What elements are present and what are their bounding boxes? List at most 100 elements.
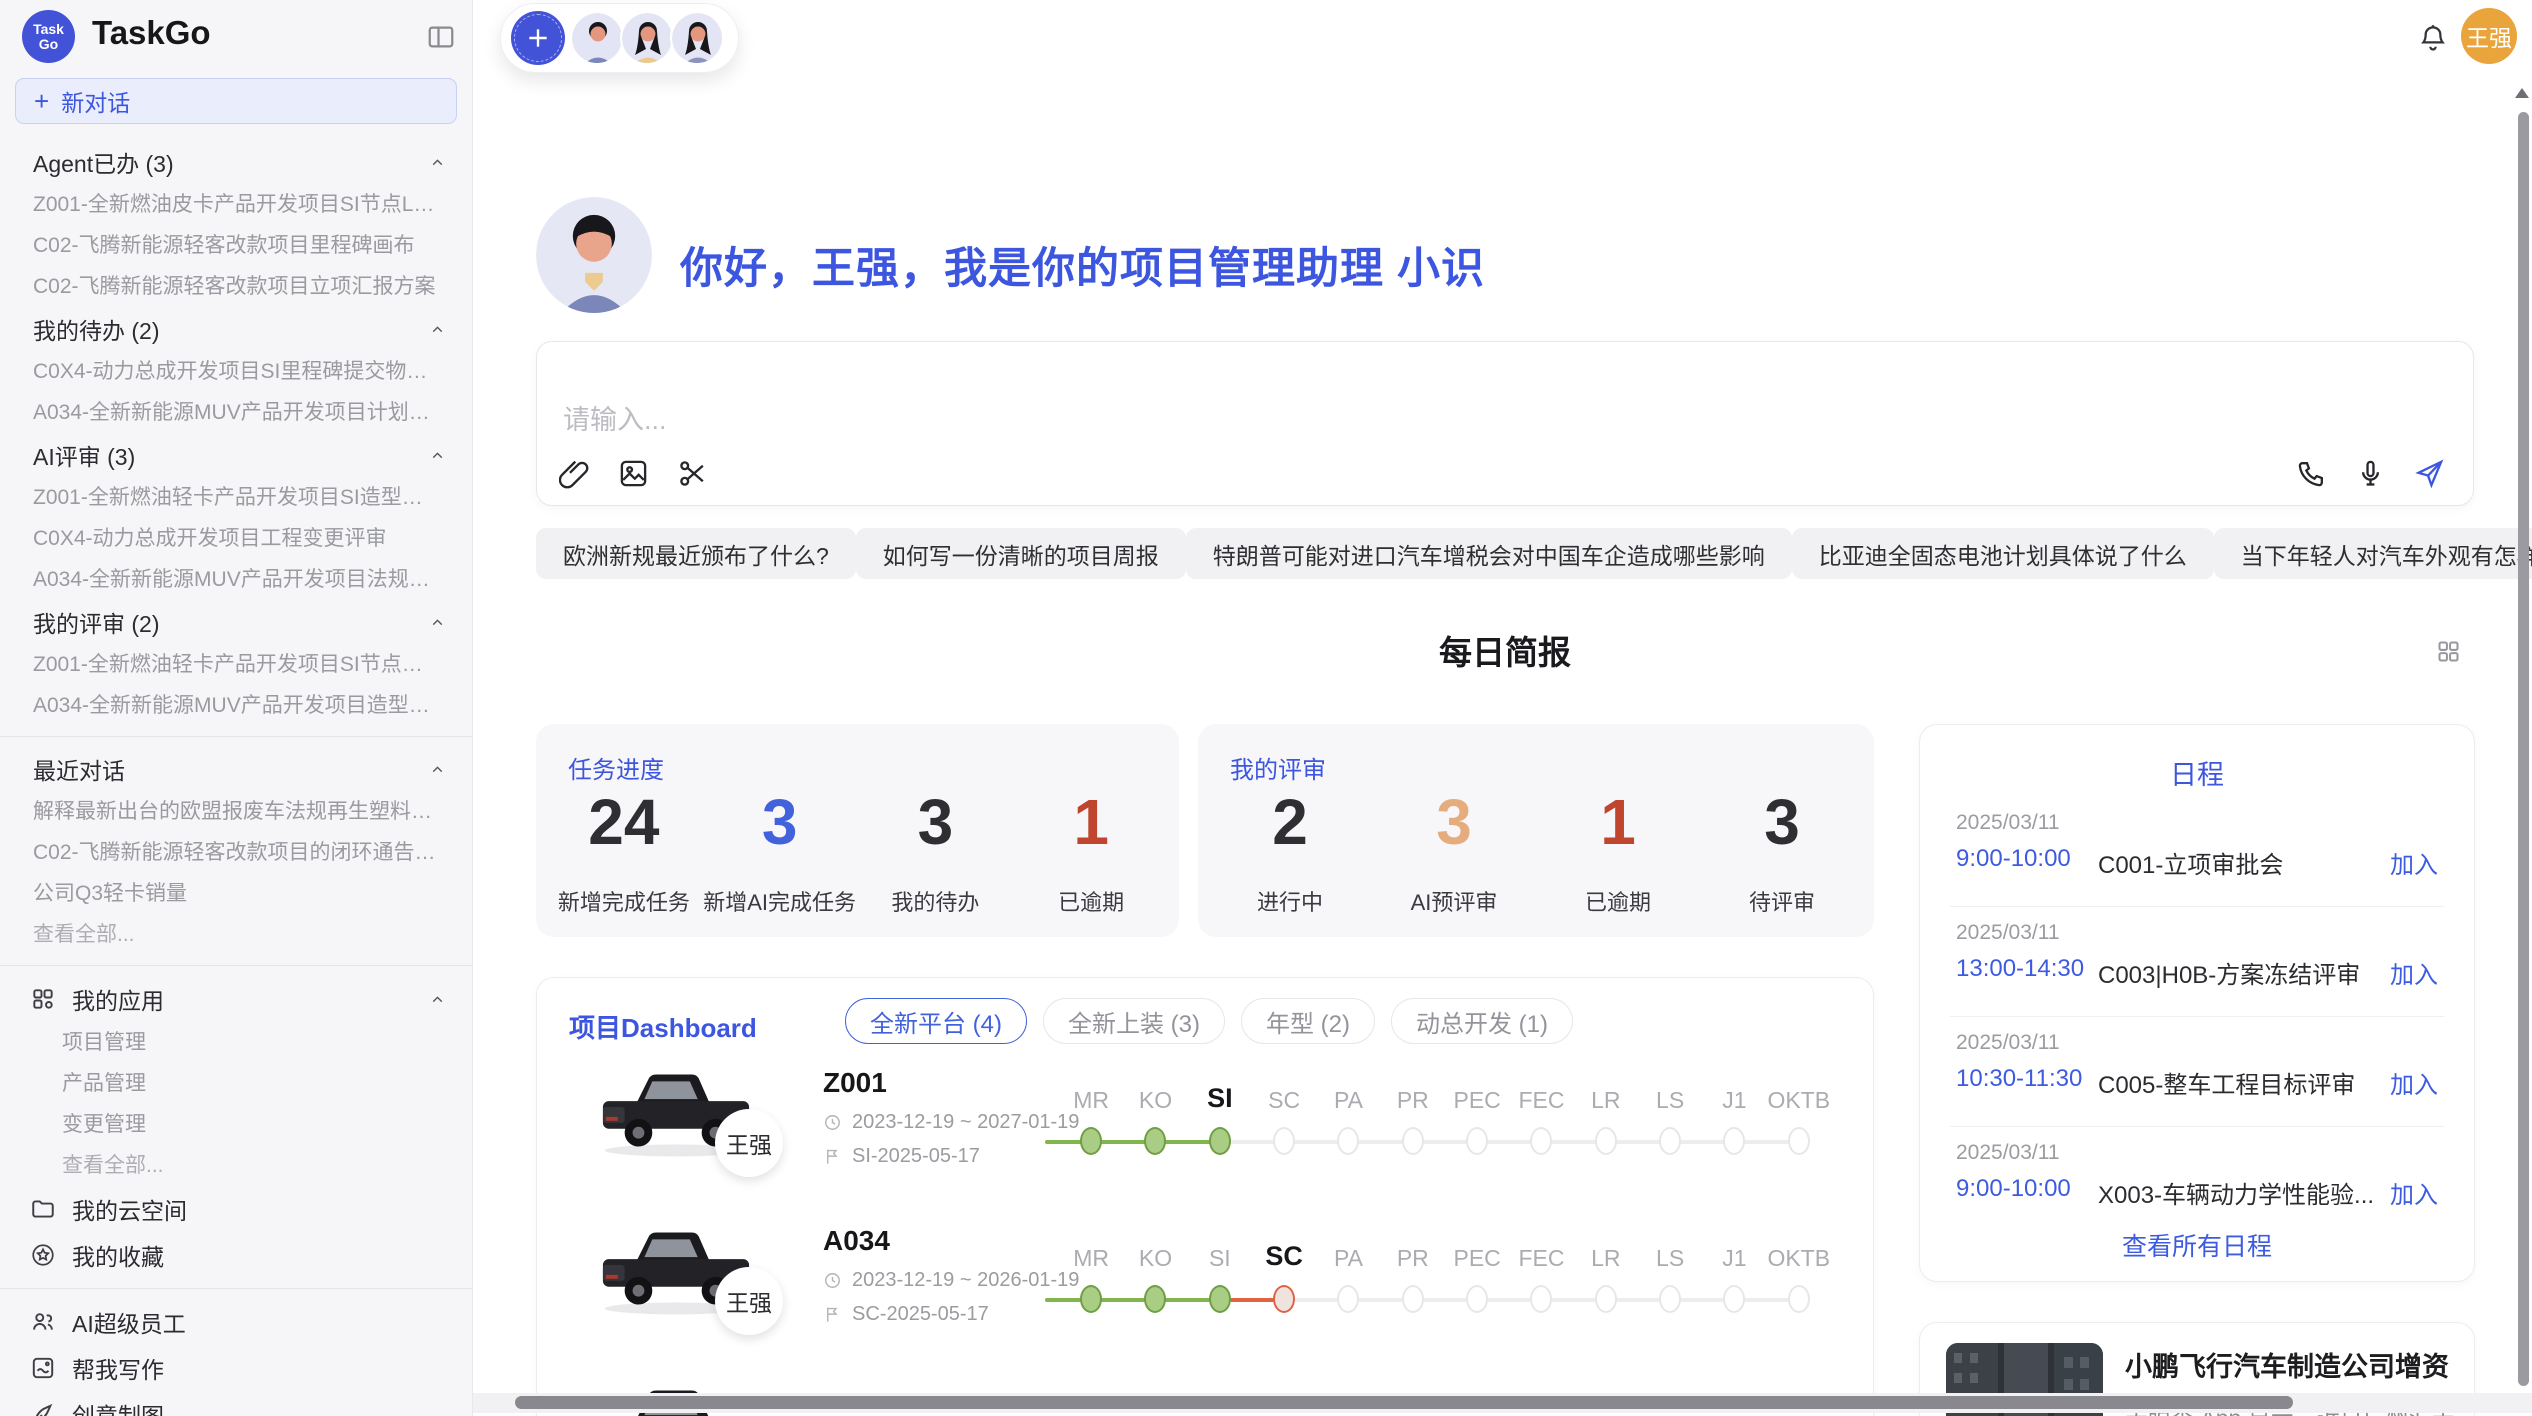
suggestion-chip[interactable]: 当下年轻人对汽车外观有怎样的喜好趋势: [2214, 528, 2532, 579]
stats: 24新增完成任务3新增AI完成任务3我的待办1已逾期: [546, 786, 1169, 919]
app-item[interactable]: 产品管理: [0, 1063, 472, 1104]
recent-conversation-item[interactable]: C02-飞腾新能源轻客改款项目的闭环通告反馈情况: [0, 832, 472, 873]
daily-brief-header: 每日简报: [536, 630, 2474, 676]
sidebar-item[interactable]: A034-全新新能源MUV产品开发项目计划变更表编写: [0, 392, 472, 433]
join-meeting-link[interactable]: 加入: [2390, 955, 2438, 990]
card-title: 我的评审: [1230, 750, 1326, 785]
schedule-card: 日程 2025/03/119:00-10:00C001-立项审批会加入2025/…: [1919, 724, 2475, 1282]
view-all-schedule-link[interactable]: 查看所有日程: [1920, 1227, 2474, 1263]
user-avatar[interactable]: 王强: [2461, 8, 2517, 64]
schedule-time: 9:00-10:00: [1956, 1175, 2071, 1203]
dashboard-tab[interactable]: 年型 (2): [1241, 998, 1375, 1044]
divider: [0, 1288, 472, 1289]
sidebar-tool-item[interactable]: 帮我写作: [0, 1345, 472, 1391]
milestone-node: [1273, 1285, 1295, 1313]
message-composer[interactable]: 请输入...: [536, 341, 2474, 506]
milestone-node: [1595, 1127, 1617, 1155]
milestone: KO: [1123, 1232, 1187, 1313]
milestone: SI: [1188, 1232, 1252, 1313]
dashboard-tab[interactable]: 全新上装 (3): [1043, 998, 1225, 1044]
horizontal-scrollbar-thumb[interactable]: [515, 1396, 2293, 1409]
microphone-icon[interactable]: [2355, 458, 2386, 489]
sidebar-collapse-icon[interactable]: [426, 22, 456, 52]
phone-icon[interactable]: [2296, 458, 2327, 489]
sidebar-tool-item[interactable]: AI超级员工: [0, 1299, 472, 1345]
write-icon: [30, 1355, 56, 1381]
app-item[interactable]: 项目管理: [0, 1022, 472, 1063]
vertical-scrollbar-thumb[interactable]: [2518, 112, 2529, 1386]
avatar-1-avatar[interactable]: [570, 11, 624, 65]
my-apps-label: 我的应用: [72, 982, 164, 1016]
sidebar-item-star[interactable]: 我的收藏: [0, 1232, 472, 1278]
suggestion-chip[interactable]: 比亚迪全固态电池计划具体说了什么: [1792, 528, 2214, 579]
schedule-item: 2025/03/119:00-10:00X003-车辆动力学性能验...加入: [1950, 1127, 2444, 1237]
stat-item: 2进行中: [1208, 786, 1372, 919]
sidebar-section-title: AI评审 (3): [33, 438, 135, 472]
image-icon[interactable]: [618, 458, 649, 489]
stat-value: 1: [1073, 786, 1109, 858]
sidebar-item-my-apps[interactable]: 我的应用: [0, 976, 472, 1022]
schedule-time: 9:00-10:00: [1956, 845, 2071, 873]
stat-label: AI预评审: [1411, 885, 1498, 919]
join-meeting-link[interactable]: 加入: [2390, 1065, 2438, 1100]
milestone-node: [1530, 1127, 1552, 1155]
sidebar-item[interactable]: C02-飞腾新能源轻客改款项目立项汇报方案: [0, 266, 472, 307]
project-dates-text: 2023-12-19 ~ 2026-01-19: [852, 1269, 1079, 1292]
sidebar-item[interactable]: A034-全新新能源MUV产品开发项目法规符合性评审: [0, 559, 472, 600]
dashboard-tab[interactable]: 全新平台 (4): [845, 998, 1027, 1044]
recent-conversation-item[interactable]: 解释最新出台的欧盟报废车法规再生塑料比例被调至15%...: [0, 791, 472, 832]
milestone-label: PA: [1334, 1074, 1363, 1118]
scroll-up-arrow[interactable]: [2515, 88, 2529, 98]
suggestion-chip[interactable]: 特朗普可能对进口汽车增税会对中国车企造成哪些影响: [1186, 528, 1792, 579]
stat-label: 待评审: [1749, 885, 1815, 919]
milestone: LR: [1574, 1232, 1638, 1313]
notification-bell-icon[interactable]: [2417, 22, 2449, 54]
logo-text-top: Task: [33, 22, 64, 37]
schedule-item: 2025/03/1113:00-14:30C003|H0B-方案冻结评审加入: [1950, 907, 2444, 1017]
sidebar-item-folder[interactable]: 我的云空间: [0, 1186, 472, 1232]
suggestion-chip[interactable]: 欧洲新规最近颁布了什么?: [536, 528, 856, 579]
avatar-2-avatar[interactable]: [620, 11, 674, 65]
recent-conversation-item[interactable]: 公司Q3轻卡销量: [0, 873, 472, 914]
sidebar-item[interactable]: Z001-全新燃油皮卡产品开发项目SI节点Lesson Learn报告: [0, 184, 472, 225]
scissors-icon[interactable]: [677, 458, 708, 489]
sidebar-section-header[interactable]: 我的待办 (2): [0, 307, 472, 351]
view-all-link[interactable]: 查看全部...: [0, 1145, 472, 1186]
milestone-label: OKTB: [1767, 1074, 1830, 1118]
sidebar-top: Task Go TaskGo: [0, 0, 472, 72]
suggestion-chip[interactable]: 如何写一份清晰的项目周报: [856, 528, 1186, 579]
sidebar-section-header[interactable]: Agent已办 (3): [0, 140, 472, 184]
sidebar-section-header[interactable]: AI评审 (3): [0, 433, 472, 477]
join-meeting-link[interactable]: 加入: [2390, 845, 2438, 880]
join-meeting-link[interactable]: 加入: [2390, 1175, 2438, 1210]
sidebar-item[interactable]: Z001-全新燃油轻卡产品开发项目SI造型提交物评审: [0, 477, 472, 518]
layout-grid-icon[interactable]: [2435, 638, 2462, 665]
milestone-node: [1659, 1127, 1681, 1155]
milestone-label: J1: [1722, 1074, 1746, 1118]
view-all-link[interactable]: 查看全部...: [0, 914, 472, 955]
add-conversation-button[interactable]: [511, 11, 565, 65]
new-chat-button[interactable]: + 新对话: [15, 78, 457, 124]
milestone-node: [1788, 1285, 1810, 1313]
main-area: 王强 你好，王强，我是你的项目管理助理 小识 请输入...: [473, 0, 2532, 1416]
send-icon[interactable]: [2414, 458, 2445, 489]
attachment-icon[interactable]: [559, 458, 590, 489]
schedule-date: 2025/03/11: [1956, 921, 2060, 945]
stat-item: 24新增完成任务: [546, 786, 702, 919]
sidebar-section-header[interactable]: 我的评审 (2): [0, 600, 472, 644]
sidebar-recent-header[interactable]: 最近对话: [0, 747, 472, 791]
assistant-avatar: [536, 197, 652, 313]
app-item[interactable]: 变更管理: [0, 1104, 472, 1145]
sidebar-item[interactable]: C02-飞腾新能源轻客改款项目里程碑画布: [0, 225, 472, 266]
milestone-label: SC: [1265, 1232, 1303, 1276]
sidebar-item[interactable]: A034-全新新能源MUV产品开发项目造型可行性评审: [0, 685, 472, 726]
sidebar-item[interactable]: C0X4-动力总成开发项目SI里程碑提交物检查: [0, 351, 472, 392]
milestone-label: MR: [1073, 1074, 1109, 1118]
avatar-3-avatar[interactable]: [670, 11, 724, 65]
stat-item: 3AI预评审: [1372, 786, 1536, 919]
sidebar-tool-item[interactable]: 创意制图: [0, 1391, 472, 1416]
dashboard-tab[interactable]: 动总开发 (1): [1391, 998, 1573, 1044]
sidebar-item[interactable]: C0X4-动力总成开发项目工程变更评审: [0, 518, 472, 559]
sidebar-item[interactable]: Z001-全新燃油轻卡产品开发项目SI节点属性5D文件评审: [0, 644, 472, 685]
stat-item: 3我的待办: [858, 786, 1014, 919]
